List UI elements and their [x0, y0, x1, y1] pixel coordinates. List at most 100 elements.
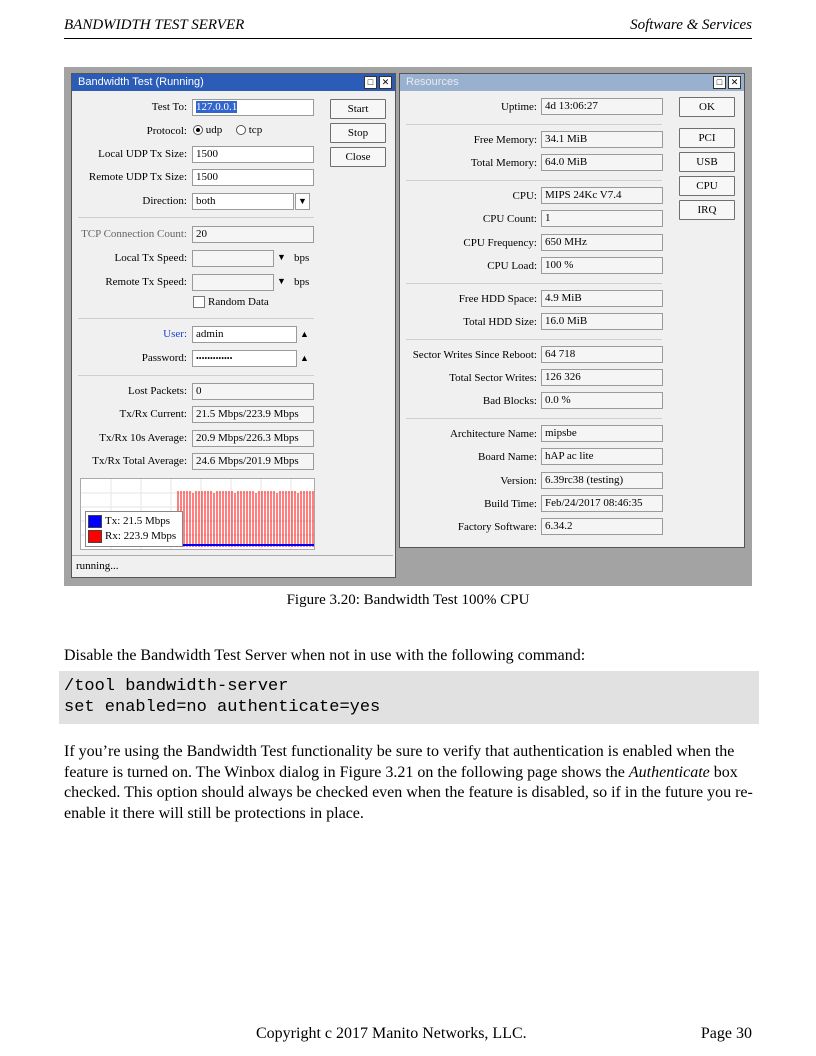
graph-legend: Tx: 21.5 Mbps Rx: 223.9 Mbps	[85, 511, 183, 547]
separator	[406, 339, 662, 340]
test-to-input[interactable]: 127.0.0.1	[192, 99, 314, 116]
code-line: /tool bandwidth-server	[64, 677, 289, 696]
password-label: Password:	[141, 352, 187, 364]
separator	[78, 375, 314, 376]
total-memory-value: 64.0 MiB	[541, 154, 663, 171]
cpu-count-value: 1	[541, 210, 663, 227]
remote-tx-unit: bps	[294, 276, 310, 288]
separator	[406, 180, 662, 181]
status-separator	[72, 555, 393, 556]
footer-page-number: Page 30	[700, 1025, 752, 1042]
header-title: BANDWIDTH TEST SERVER	[64, 17, 245, 33]
lost-packets-value: 0	[192, 383, 314, 400]
local-udp-label: Local UDP Tx Size:	[98, 148, 187, 160]
dropdown-arrow-icon: ▼	[298, 196, 307, 206]
avg10-label: Tx/Rx 10s Average:	[99, 432, 187, 444]
build-time-value: Feb/24/2017 08:46:35	[541, 495, 663, 512]
page-header: BANDWIDTH TEST SERVER Software & Service…	[64, 16, 752, 39]
tcp-connection-label: TCP Connection Count:	[81, 228, 187, 240]
usb-button[interactable]: USB	[679, 152, 735, 172]
sector-writes-reboot-value: 64 718	[541, 346, 663, 363]
start-button[interactable]: Start	[330, 99, 386, 119]
local-udp-input[interactable]: 1500	[192, 146, 314, 163]
total-hdd-label: Total HDD Size:	[463, 316, 537, 328]
paragraph-intro: Disable the Bandwidth Test Server when n…	[64, 647, 586, 664]
window-title: Resources	[406, 76, 459, 88]
architecture-value: mipsbe	[541, 425, 663, 442]
direction-select[interactable]: both	[192, 193, 294, 210]
paragraph-authentication: If you’re using the Bandwidth Test funct…	[64, 742, 754, 824]
sector-writes-reboot-label: Sector Writes Since Reboot:	[412, 349, 537, 361]
random-data-checkbox[interactable]	[193, 296, 205, 308]
separator	[406, 283, 662, 284]
local-tx-speed-input[interactable]	[192, 250, 274, 267]
close-button[interactable]: Close	[330, 147, 386, 167]
radio-unselected-icon	[236, 125, 246, 136]
rx-bars	[177, 491, 314, 547]
close-icon[interactable]: ✕	[379, 76, 392, 89]
total-avg-value: 24.6 Mbps/201.9 Mbps	[192, 453, 314, 470]
total-memory-label: Total Memory:	[470, 157, 537, 169]
close-icon[interactable]: ✕	[728, 76, 741, 89]
bad-blocks-label: Bad Blocks:	[482, 395, 537, 407]
cpu-label: CPU:	[512, 190, 537, 202]
cpu-button[interactable]: CPU	[679, 176, 735, 196]
window-title: Bandwidth Test (Running)	[78, 76, 204, 88]
pci-button[interactable]: PCI	[679, 128, 735, 148]
separator	[406, 124, 662, 125]
remote-udp-input[interactable]: 1500	[192, 169, 314, 186]
irq-button[interactable]: IRQ	[679, 200, 735, 220]
ok-button[interactable]: OK	[679, 97, 735, 117]
radio-selected-icon	[193, 125, 203, 136]
architecture-label: Architecture Name:	[449, 428, 537, 440]
protocol-tcp-radio[interactable]: tcp	[236, 124, 262, 136]
legend-rx: Rx: 223.9 Mbps	[88, 529, 176, 543]
password-input[interactable]: •••••••••••••	[192, 350, 297, 367]
up-arrow-icon[interactable]: ▲	[300, 353, 309, 363]
direction-dropdown-button[interactable]: ▼	[295, 193, 310, 210]
user-label: User:	[163, 328, 187, 340]
current-value: 21.5 Mbps/223.9 Mbps	[192, 406, 314, 423]
total-sector-writes-label: Total Sector Writes:	[449, 372, 537, 384]
tcp-connection-input[interactable]: 20	[192, 226, 314, 243]
cpu-frequency-label: CPU Frequency:	[463, 237, 537, 249]
dropdown-arrow-icon[interactable]: ▼	[277, 276, 286, 286]
separator	[78, 318, 314, 319]
version-label: Version:	[500, 475, 537, 487]
footer-copyright: Copyright c 2017 Manito Networks, LLC.	[256, 1025, 527, 1042]
uptime-value: 4d 13:06:27	[541, 98, 663, 115]
total-avg-label: Tx/Rx Total Average:	[92, 455, 187, 467]
bandwidth-test-titlebar[interactable]: Bandwidth Test (Running) □ ✕	[72, 74, 395, 91]
free-memory-label: Free Memory:	[473, 134, 537, 146]
maximize-icon[interactable]: □	[713, 76, 726, 89]
version-value: 6.39rc38 (testing)	[541, 472, 663, 489]
protocol-udp-radio[interactable]: udp	[193, 124, 222, 136]
user-input[interactable]: admin	[192, 326, 297, 343]
legend-tx: Tx: 21.5 Mbps	[88, 514, 170, 528]
remote-udp-label: Remote UDP Tx Size:	[88, 171, 187, 183]
free-hdd-value: 4.9 MiB	[541, 290, 663, 307]
header-section: Software & Services	[630, 17, 752, 33]
lost-packets-label: Lost Packets:	[128, 385, 187, 397]
up-arrow-icon[interactable]: ▲	[300, 329, 309, 339]
remote-tx-speed-input[interactable]	[192, 274, 274, 291]
figure-caption: Figure 3.20: Bandwidth Test 100% CPU	[286, 592, 530, 608]
rx-swatch	[88, 529, 102, 543]
dropdown-arrow-icon[interactable]: ▼	[277, 252, 286, 262]
maximize-icon[interactable]: □	[364, 76, 377, 89]
bad-blocks-value: 0.0 %	[541, 392, 663, 409]
factory-software-label: Factory Software:	[457, 521, 537, 533]
emphasis-authenticate: Authenticate	[628, 763, 710, 781]
avg10-value: 20.9 Mbps/226.3 Mbps	[192, 430, 314, 447]
build-time-label: Build Time:	[484, 498, 537, 510]
factory-software-value: 6.34.2	[541, 518, 663, 535]
cpu-frequency-value: 650 MHz	[541, 234, 663, 251]
stop-button[interactable]: Stop	[330, 123, 386, 143]
local-tx-speed-label: Local Tx Speed:	[114, 252, 188, 264]
code-line: set enabled=no authenticate=yes	[64, 698, 381, 717]
total-sector-writes-value: 126 326	[541, 369, 663, 386]
test-to-label: Test To:	[151, 101, 187, 113]
board-name-label: Board Name:	[478, 451, 537, 463]
uptime-label: Uptime:	[500, 101, 537, 113]
resources-titlebar[interactable]: Resources □ ✕	[400, 74, 744, 91]
